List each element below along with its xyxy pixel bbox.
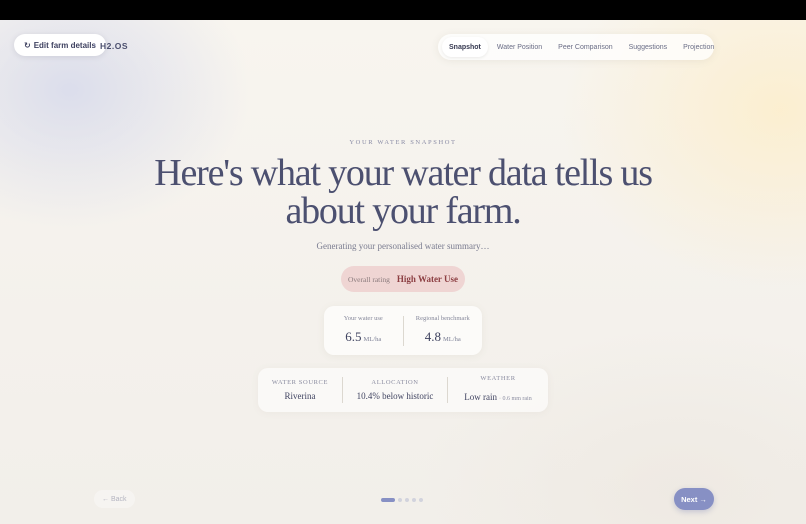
step-dot-1[interactable] bbox=[381, 498, 395, 502]
detail-label: ALLOCATION bbox=[371, 379, 419, 386]
tab-projection[interactable]: Projection bbox=[676, 37, 721, 57]
page-subtitle: Generating your personalised water summa… bbox=[316, 241, 490, 251]
page-title: Here's what your water data tells us abo… bbox=[154, 152, 653, 232]
step-dot-4[interactable] bbox=[412, 498, 416, 502]
step-dot-2[interactable] bbox=[398, 498, 402, 502]
step-indicator bbox=[381, 498, 423, 502]
detail-subvalue: · 0.6 mm rain bbox=[499, 396, 532, 402]
stat-unit: ML/ha bbox=[443, 336, 461, 343]
next-button[interactable]: Next → bbox=[674, 488, 714, 510]
allocation-detail: ALLOCATION 10.4% below historic bbox=[343, 379, 447, 401]
snapshot-page: ↻ Edit farm details ♁ H2.OS Snapshot Wat… bbox=[0, 20, 806, 524]
tab-snapshot[interactable]: Snapshot bbox=[442, 37, 488, 57]
rating-value: High Water Use bbox=[396, 274, 459, 284]
top-nav: Snapshot Water Position Peer Comparison … bbox=[438, 34, 714, 60]
regional-benchmark-stat: Regional benchmark 4.8 ML/ha bbox=[404, 315, 483, 346]
rating-label: Overall rating bbox=[347, 274, 390, 284]
app-logo: ♁ H2.OS bbox=[92, 41, 128, 51]
refresh-icon: ↻ bbox=[24, 40, 31, 50]
stat-value: 4.8 bbox=[424, 329, 442, 344]
detail-value: 10.4% below historic bbox=[356, 391, 434, 401]
water-source-detail: WATER SOURCE Riverina bbox=[258, 379, 342, 401]
edit-farm-details-label: Edit farm details bbox=[33, 40, 96, 50]
logo-icon: ♁ bbox=[92, 42, 98, 49]
detail-value: Low rain bbox=[464, 392, 498, 402]
detail-value: Riverina bbox=[284, 391, 316, 401]
back-button[interactable]: ← Back bbox=[94, 490, 135, 508]
your-water-use-stat: Your water use 6.5 ML/ha bbox=[324, 315, 403, 346]
stat-label: Regional benchmark bbox=[415, 315, 470, 322]
stat-value: 6.5 bbox=[345, 329, 362, 344]
overall-rating-badge: Overall rating High Water Use bbox=[341, 266, 465, 292]
step-dot-5[interactable] bbox=[419, 498, 423, 502]
farm-details-card: WATER SOURCE Riverina ALLOCATION 10.4% b… bbox=[258, 368, 548, 412]
stat-label: Your water use bbox=[343, 315, 383, 322]
section-eyebrow: YOUR WATER SNAPSHOT bbox=[349, 139, 457, 146]
step-dot-3[interactable] bbox=[405, 498, 409, 502]
detail-label: WEATHER bbox=[480, 375, 516, 382]
window-top-bar bbox=[0, 0, 806, 20]
tab-peer-comparison[interactable]: Peer Comparison bbox=[551, 37, 619, 57]
logo-text: H2.OS bbox=[100, 41, 129, 51]
stat-unit: ML/ha bbox=[363, 336, 382, 343]
detail-label: WATER SOURCE bbox=[271, 379, 329, 386]
water-use-stats-card: Your water use 6.5 ML/ha Regional benchma… bbox=[324, 306, 482, 355]
weather-detail: WEATHER Low rain · 0.6 mm rain bbox=[448, 375, 548, 405]
tab-water-position[interactable]: Water Position bbox=[490, 37, 549, 57]
tab-suggestions[interactable]: Suggestions bbox=[622, 37, 675, 57]
